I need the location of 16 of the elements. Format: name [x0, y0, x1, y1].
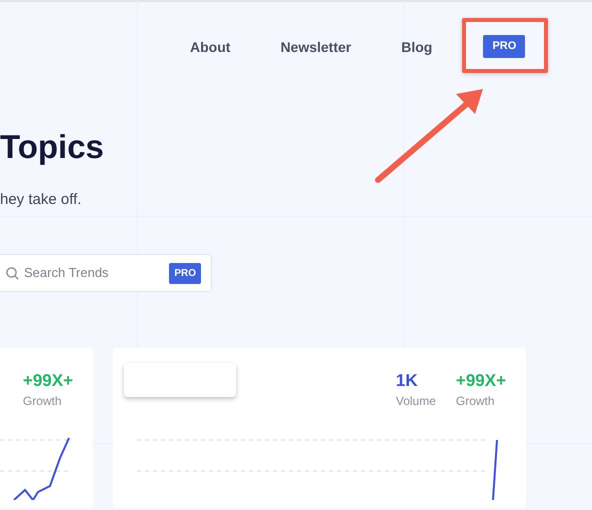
search-input[interactable]: Search Trends — [24, 263, 164, 283]
stat-label: Volume — [396, 393, 436, 410]
stat-label: Growth — [22, 393, 63, 410]
stat-value: +99X+ — [22, 370, 73, 392]
search-field[interactable]: Search Trends PRO — [0, 254, 212, 292]
stat-label: Growth — [456, 393, 496, 410]
nav-link[interactable]: About — [190, 35, 230, 59]
pro-badge: PRO — [169, 262, 201, 284]
stat-value: +99X+ — [456, 370, 506, 392]
pro-button[interactable]: PRO — [483, 35, 526, 58]
subtitle: hey take off. — [0, 190, 82, 210]
page-title: Topics — [0, 127, 104, 167]
stat-value: 1K — [396, 370, 419, 392]
search-icon — [6, 266, 19, 280]
nav-link[interactable]: Newsletter — [280, 35, 352, 59]
nav-link[interactable]: Blog — [401, 35, 432, 59]
